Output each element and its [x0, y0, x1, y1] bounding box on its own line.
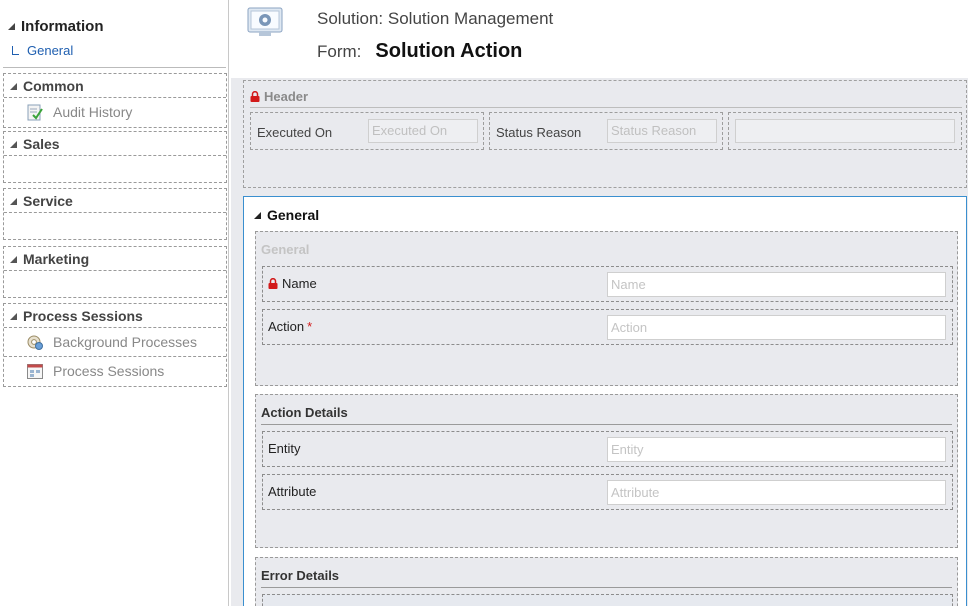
field-row-action[interactable]: Action * Action — [262, 309, 953, 345]
section-error-details[interactable]: Error Details — [255, 557, 958, 606]
name-input[interactable]: Name — [607, 272, 946, 297]
collapse-triangle-icon — [254, 212, 261, 219]
tab-general-title[interactable]: General — [254, 207, 319, 223]
nav-group-body-empty — [4, 213, 226, 239]
solution-gear-icon — [247, 7, 283, 36]
header-field-executed-on[interactable]: Executed On Executed On — [250, 112, 484, 150]
tree-branch-icon — [12, 46, 19, 55]
header-field-empty[interactable] — [728, 112, 962, 150]
entity-input[interactable]: Entity — [607, 437, 946, 462]
field-row-name[interactable]: Name Name — [262, 266, 953, 302]
nav-information-header[interactable]: Information — [8, 18, 104, 35]
nav-group-body-empty — [4, 156, 226, 182]
section-divider — [261, 587, 952, 588]
form-navigation: Information General Common Audit History… — [0, 0, 229, 606]
form-canvas: Header Executed On Executed On Status Re… — [231, 78, 968, 606]
solution-name: Solution: Solution Management — [317, 9, 554, 28]
required-asterisk: * — [307, 319, 313, 334]
section-general-title: General — [261, 242, 310, 257]
section-divider — [261, 424, 952, 425]
collapse-triangle-icon — [10, 198, 17, 205]
nav-group-header-process-sessions[interactable]: Process Sessions — [4, 304, 226, 328]
nav-group-service: Service — [3, 188, 227, 240]
action-input[interactable]: Action — [607, 315, 946, 340]
collapse-triangle-icon — [10, 256, 17, 263]
action-label: Action * — [268, 319, 313, 334]
field-row-entity[interactable]: Entity Entity — [262, 431, 953, 467]
header-section[interactable]: Header Executed On Executed On Status Re… — [243, 80, 967, 188]
section-general[interactable]: General Name Name Action * Action — [255, 231, 958, 386]
section-action-details[interactable]: Action Details Entity Entity Attribute A… — [255, 394, 958, 548]
collapse-triangle-icon — [10, 313, 17, 320]
field-row-attribute[interactable]: Attribute Attribute — [262, 474, 953, 510]
section-action-details-title: Action Details — [261, 405, 348, 420]
name-label: Name — [268, 276, 317, 291]
form-title: Form: Solution Action — [317, 40, 523, 62]
section-divider — [250, 107, 962, 108]
nav-divider — [3, 67, 226, 68]
lock-icon — [268, 278, 278, 289]
process-sessions-icon — [27, 364, 43, 379]
nav-item-process-sessions[interactable]: Process Sessions — [4, 357, 226, 386]
executed-on-input[interactable]: Executed On — [368, 119, 478, 143]
status-reason-input[interactable]: Status Reason — [607, 119, 717, 143]
nav-group-header-marketing[interactable]: Marketing — [4, 247, 226, 271]
nav-group-body-empty — [4, 271, 226, 297]
nav-item-general[interactable]: General — [12, 43, 73, 58]
form-header: Solution: Solution Management Form: Solut… — [230, 0, 968, 78]
audit-history-icon — [27, 104, 43, 121]
form-name: Solution Action — [375, 40, 523, 62]
section-error-details-title: Error Details — [261, 568, 340, 583]
field-row-error[interactable] — [262, 594, 953, 606]
nav-group-common: Common Audit History — [3, 73, 227, 128]
nav-group-sales: Sales — [3, 131, 227, 183]
background-processes-icon — [27, 335, 43, 350]
nav-item-audit-history[interactable]: Audit History — [4, 98, 226, 127]
nav-group-header-sales[interactable]: Sales — [4, 132, 226, 156]
collapse-triangle-icon — [8, 23, 15, 30]
nav-group-process-sessions: Process Sessions Background Processes Pr… — [3, 303, 227, 387]
header-section-title: Header — [250, 89, 308, 104]
attribute-input[interactable]: Attribute — [607, 480, 946, 505]
nav-item-background-processes[interactable]: Background Processes — [4, 328, 226, 357]
header-field-status-reason[interactable]: Status Reason Status Reason — [489, 112, 723, 150]
nav-group-marketing: Marketing — [3, 246, 227, 298]
nav-group-header-service[interactable]: Service — [4, 189, 226, 213]
tab-general[interactable]: General General Name Name Action * Action — [243, 196, 967, 606]
lock-icon — [250, 91, 260, 102]
collapse-triangle-icon — [10, 141, 17, 148]
empty-header-input[interactable] — [735, 119, 955, 143]
collapse-triangle-icon — [10, 83, 17, 90]
nav-group-header-common[interactable]: Common — [4, 74, 226, 98]
